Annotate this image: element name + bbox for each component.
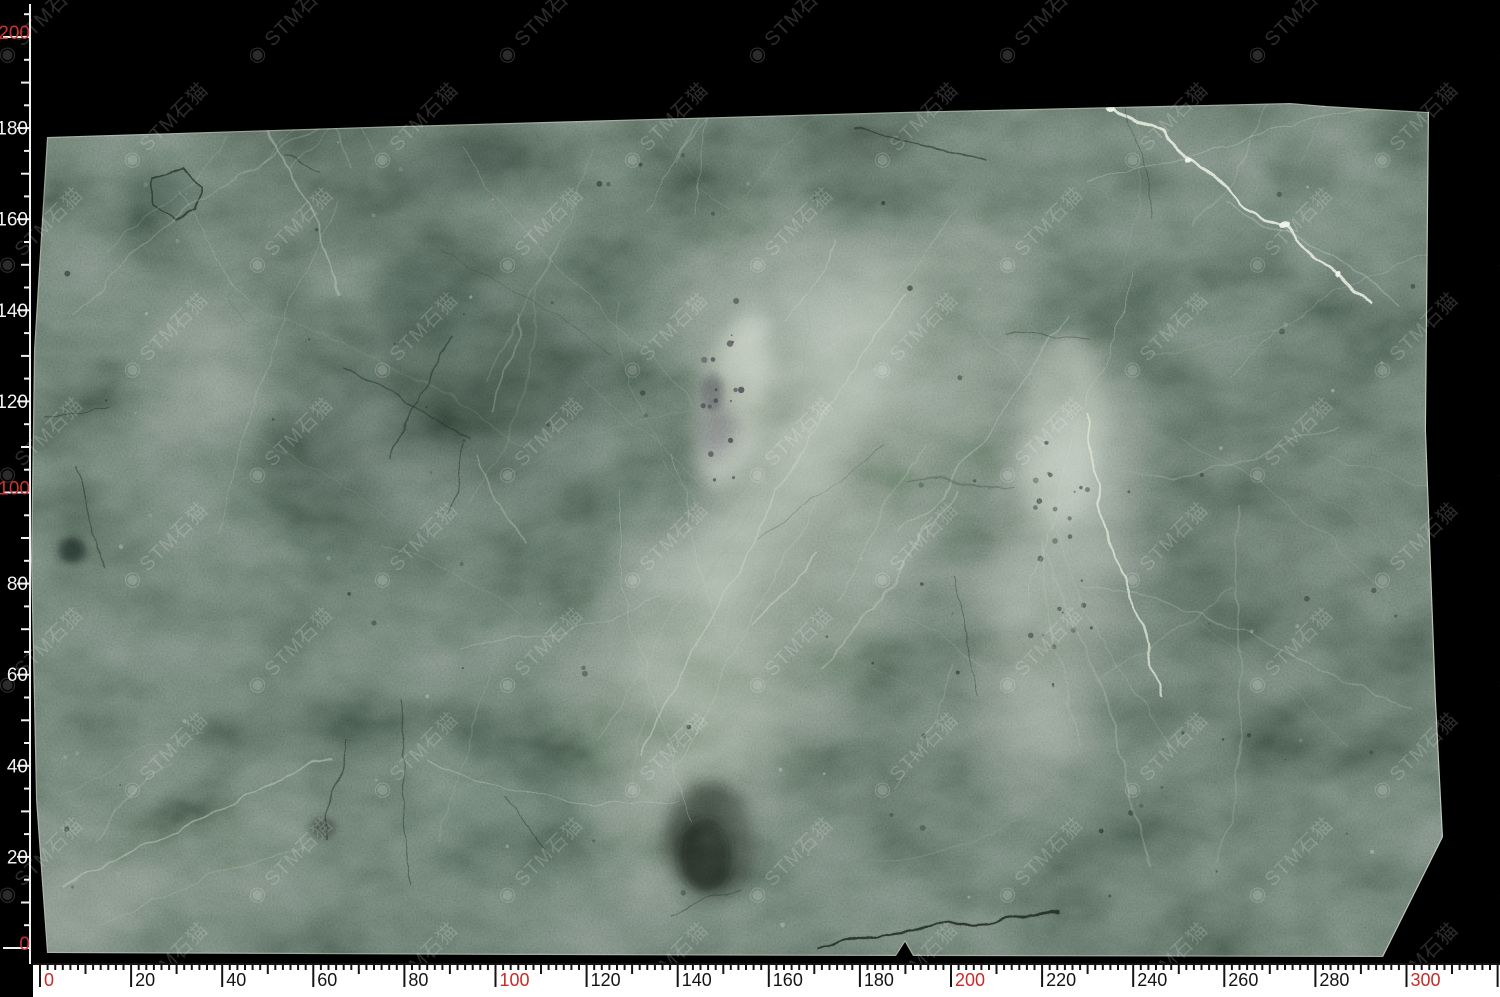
- ruler-left: 0 20 40 60 80 100 120 140 160 180 200: [0, 4, 30, 964]
- ruler-left-label: 140: [0, 301, 28, 322]
- ruler-bottom-label: 260: [1228, 970, 1258, 990]
- ruler-bottom-label: 80: [408, 970, 428, 990]
- ruler-left-label: 60: [7, 665, 28, 686]
- ruler-bottom-label: 220: [1046, 970, 1076, 990]
- ruler-left-label: 100: [0, 479, 30, 500]
- scene-svg: ◉ STM石猫 ◉ STM石猫 ◉ STM石猫 ◉ STM石猫 ◉ STM石猫 ◉ STM…: [0, 0, 1500, 997]
- ruler-bottom-label: 60: [317, 970, 337, 990]
- watermark-text: ◉ STM石猫: [1492, 603, 1500, 699]
- ruler-left-label: 180: [0, 119, 28, 140]
- watermark-text: ◉ STM石猫: [992, 0, 1088, 69]
- ruler-left-label: 20: [7, 847, 28, 868]
- ruler-bottom-label: 280: [1319, 970, 1349, 990]
- ruler-bottom-label: 0: [44, 970, 54, 990]
- marble-slab: [0, 0, 1500, 978]
- slab-scan-viewport: ◉ STM石猫 ◉ STM石猫 ◉ STM石猫 ◉ STM石猫 ◉ STM石猫 ◉ STM…: [0, 0, 1500, 997]
- watermark-text: ◉ STM石猫: [1242, 0, 1338, 69]
- ruler-bottom-label: 240: [1137, 970, 1167, 990]
- ruler-bottom-label: 40: [226, 970, 246, 990]
- ruler-bottom-label: 120: [591, 970, 621, 990]
- ruler-bottom: 0 20 40 60 80 100 120 140 160 180 200 220 240 260 280 3…: [33, 963, 1500, 997]
- watermark-text: ◉ STM石猫: [242, 0, 338, 69]
- ruler-bottom-label: 100: [500, 970, 530, 990]
- watermark-text: ◉ STM石猫: [492, 0, 588, 69]
- ruler-left-label: 40: [7, 756, 28, 777]
- ruler-bottom-label: 140: [682, 970, 712, 990]
- ruler-left-label: 0: [19, 934, 30, 955]
- watermark-text: ◉ STM石猫: [742, 0, 838, 69]
- watermark-text: ◉ STM石猫: [1492, 813, 1500, 909]
- watermark-text: ◉ STM石猫: [1492, 393, 1500, 489]
- ruler-left-label: 200: [0, 23, 30, 44]
- ruler-left-label: 80: [7, 574, 28, 595]
- ruler-left-label: 120: [0, 392, 28, 413]
- watermark-text: ◉ STM石猫: [1492, 0, 1500, 69]
- ruler-bottom-label: 180: [864, 970, 894, 990]
- ruler-bottom-label: 200: [955, 970, 985, 990]
- ruler-bottom-label: 300: [1411, 970, 1441, 990]
- ruler-bottom-label: 160: [773, 970, 803, 990]
- ruler-bottom-label: 20: [135, 970, 155, 990]
- watermark-text: ◉ STM石猫: [1492, 183, 1500, 279]
- ruler-left-label: 160: [0, 210, 28, 231]
